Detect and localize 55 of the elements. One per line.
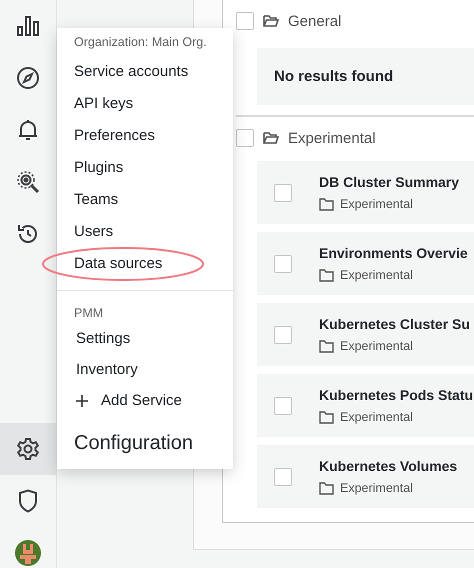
menu-item[interactable]: Data sources: [57, 248, 233, 280]
shield-icon: [18, 489, 38, 513]
folder-label: Experimental: [340, 268, 413, 282]
dashboard-card[interactable]: DB Cluster Summary Experimental: [257, 161, 474, 224]
menu-item[interactable]: Users: [57, 216, 233, 248]
folder-name[interactable]: Experimental: [288, 130, 376, 146]
folder-icon: [319, 198, 334, 210]
menu-item[interactable]: Add Service: [57, 385, 233, 416]
dashboard-card[interactable]: Environments Overvie Experimental: [257, 232, 474, 295]
bell-icon: [17, 118, 39, 142]
dashboard-title[interactable]: Environments Overvie: [319, 245, 468, 261]
history-icon: [16, 222, 40, 246]
sidebar-item[interactable]: [0, 423, 56, 475]
menu-title: Configuration: [73, 431, 194, 456]
dashboard-title[interactable]: DB Cluster Summary: [319, 174, 460, 190]
folder-label: Experimental: [340, 339, 413, 353]
folder-icon: [263, 131, 279, 145]
dashboard-checkbox[interactable]: [274, 254, 292, 272]
folder-icon: [263, 14, 279, 28]
folder-label: Experimental: [340, 197, 413, 211]
folder-label: Experimental: [340, 481, 413, 495]
folder-name[interactable]: General: [288, 12, 342, 30]
empty-text: No results found: [274, 68, 394, 85]
menu-item[interactable]: Teams: [57, 184, 233, 216]
folder-icon: [319, 340, 334, 352]
dashboard-card[interactable]: Kubernetes Volumes Experimental: [257, 445, 474, 508]
menu-item[interactable]: Preferences: [57, 120, 233, 152]
menu-header: Organization: Main Org.: [73, 34, 208, 51]
dashboard-title[interactable]: Kubernetes Pods Statu: [319, 387, 474, 403]
dashboard-title[interactable]: Kubernetes Cluster Su: [319, 316, 470, 332]
search-target-icon: [15, 169, 41, 195]
folder-icon: [319, 482, 334, 494]
bar-chart-icon: [16, 15, 40, 37]
compass-icon: [16, 66, 40, 90]
folder-checkbox[interactable]: [236, 129, 254, 147]
dashboard-checkbox[interactable]: [274, 396, 292, 414]
section-header: PMM: [73, 305, 104, 322]
menu-item[interactable]: Settings: [57, 323, 233, 354]
menu-item[interactable]: Service accounts: [57, 56, 233, 88]
dashboard-card[interactable]: Kubernetes Pods Statu Experimental: [257, 374, 474, 437]
dashboard-checkbox[interactable]: [274, 468, 292, 486]
folder-label: Experimental: [340, 410, 413, 424]
settings-icon: [16, 437, 40, 461]
folder-icon: [319, 410, 334, 424]
avatar[interactable]: [15, 540, 41, 566]
folder-checkbox[interactable]: [236, 12, 254, 30]
plus-icon: [76, 394, 88, 406]
menu-item[interactable]: Plugins: [57, 152, 233, 184]
dashboard-title[interactable]: Kubernetes Volumes: [319, 458, 458, 474]
menu-item[interactable]: API keys: [57, 88, 233, 120]
folder-icon: [319, 268, 334, 282]
dashboard-checkbox[interactable]: [274, 184, 292, 202]
dashboard-checkbox[interactable]: [274, 326, 292, 344]
menu-item[interactable]: Inventory: [57, 354, 233, 385]
dashboard-card[interactable]: Kubernetes Cluster Su Experimental: [257, 303, 474, 366]
